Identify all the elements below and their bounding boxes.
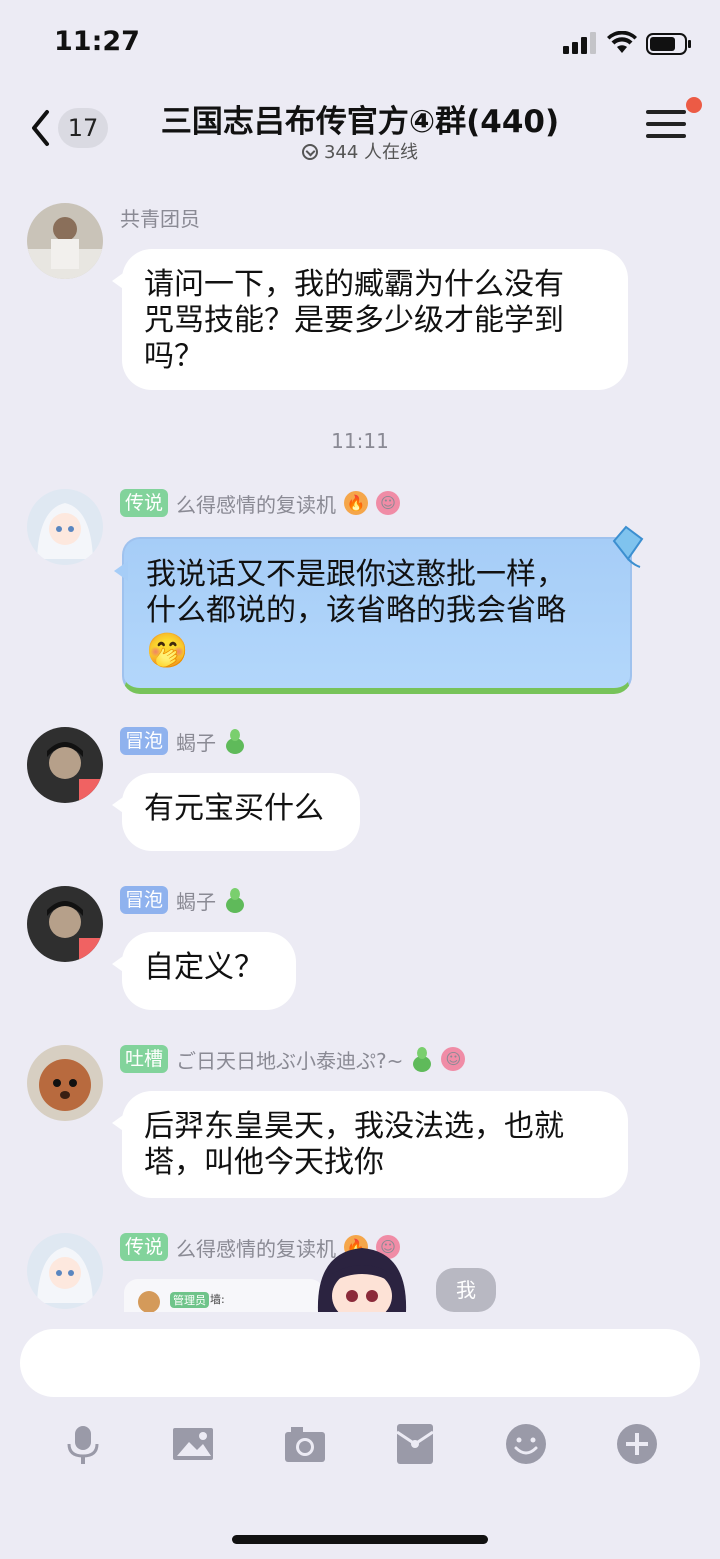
home-indicator	[232, 1535, 488, 1544]
emoji-sticker: 🤭	[146, 631, 189, 671]
camera-icon[interactable]	[283, 1422, 327, 1466]
chevron-down-circle-icon	[301, 144, 318, 160]
avatar[interactable]	[27, 727, 103, 803]
sender-name-row: 冒泡 蝎子	[120, 884, 246, 916]
message-bubble[interactable]: 后羿东皇昊天，我没法选，也就 塔，叫他今天找你	[112, 1091, 628, 1198]
mic-icon[interactable]	[61, 1422, 105, 1466]
battery-icon	[646, 33, 691, 55]
avatar[interactable]	[27, 1045, 103, 1121]
sender-name-row: 吐槽 ご日天日地ぶ小泰迪ぷ?~ ☺	[120, 1043, 466, 1075]
sender-name: 共青团员	[120, 206, 200, 231]
image-icon[interactable]	[171, 1422, 215, 1466]
message-bubble[interactable]: 有元宝买什么	[112, 773, 360, 851]
wifi-icon	[607, 31, 637, 53]
sender-name: ご日天日地ぶ小泰迪ぷ?~	[176, 1048, 404, 1073]
anime-girl-sticker	[314, 1244, 410, 1312]
gourd-icon	[413, 1047, 432, 1072]
message-bubble[interactable]: 我说话又不是跟你这憨批一样， 什么都说的，该省略的我会省略 🤭	[114, 537, 632, 694]
sender-name: 蝎子	[176, 889, 217, 914]
gourd-icon	[226, 729, 245, 754]
member-title-tag: 传说	[120, 1233, 169, 1261]
preview-label: 墙:	[210, 1293, 225, 1306]
notification-dot	[686, 97, 702, 113]
gourd-icon	[226, 888, 245, 913]
red-packet-icon[interactable]	[393, 1422, 437, 1466]
online-count[interactable]: 344 人在线	[0, 138, 720, 164]
avatar[interactable]	[27, 1233, 103, 1309]
reply-preview-card[interactable]: 管理员 墙:	[124, 1279, 324, 1312]
message-bubble[interactable]: 自定义？	[112, 932, 296, 1010]
avatar[interactable]	[27, 886, 103, 962]
menu-button[interactable]	[646, 110, 686, 146]
chat-header: 17 三国志吕布传官方④群(440) 344 人在线	[0, 88, 720, 172]
fire-icon: 🔥	[344, 491, 369, 515]
member-title-tag: 吐槽	[120, 1045, 169, 1073]
message-bubble[interactable]: 请问一下，我的臧霸为什么没有 咒骂技能？是要多少级才能学到 吗？	[112, 249, 628, 390]
sender-name-row: 传说 么得感情的复读机 🔥 ☺	[120, 487, 401, 519]
input-bar	[0, 1312, 720, 1559]
avatar	[138, 1291, 160, 1312]
member-title-tag: 冒泡	[120, 727, 169, 755]
message-input[interactable]	[20, 1329, 700, 1397]
sender-name: 蝎子	[176, 730, 217, 755]
sender-name-row: 共青团员	[120, 201, 200, 233]
chat-bubble-side-button[interactable]: 我	[436, 1268, 496, 1312]
admin-tag: 管理员	[170, 1292, 209, 1308]
sender-name: 么得感情的复读机	[176, 492, 337, 517]
cellular-signal-icon	[563, 32, 596, 54]
member-title-tag: 冒泡	[120, 886, 169, 914]
smile-flower-icon: ☺	[376, 491, 401, 515]
smile-flower-icon: ☺	[441, 1047, 466, 1071]
sender-name: 么得感情的复读机	[176, 1236, 337, 1261]
status-bar: 11:27	[0, 0, 720, 88]
timestamp: 11:11	[331, 429, 389, 453]
member-title-tag: 传说	[120, 489, 169, 517]
avatar[interactable]	[27, 489, 103, 565]
status-time: 11:27	[54, 26, 140, 57]
plus-icon[interactable]	[615, 1422, 659, 1466]
group-title[interactable]: 三国志吕布传官方④群(440)	[0, 96, 720, 141]
sender-name-row: 冒泡 蝎子	[120, 725, 246, 757]
emoji-icon[interactable]	[504, 1422, 548, 1466]
kite-icon	[612, 525, 644, 568]
avatar[interactable]	[27, 203, 103, 279]
